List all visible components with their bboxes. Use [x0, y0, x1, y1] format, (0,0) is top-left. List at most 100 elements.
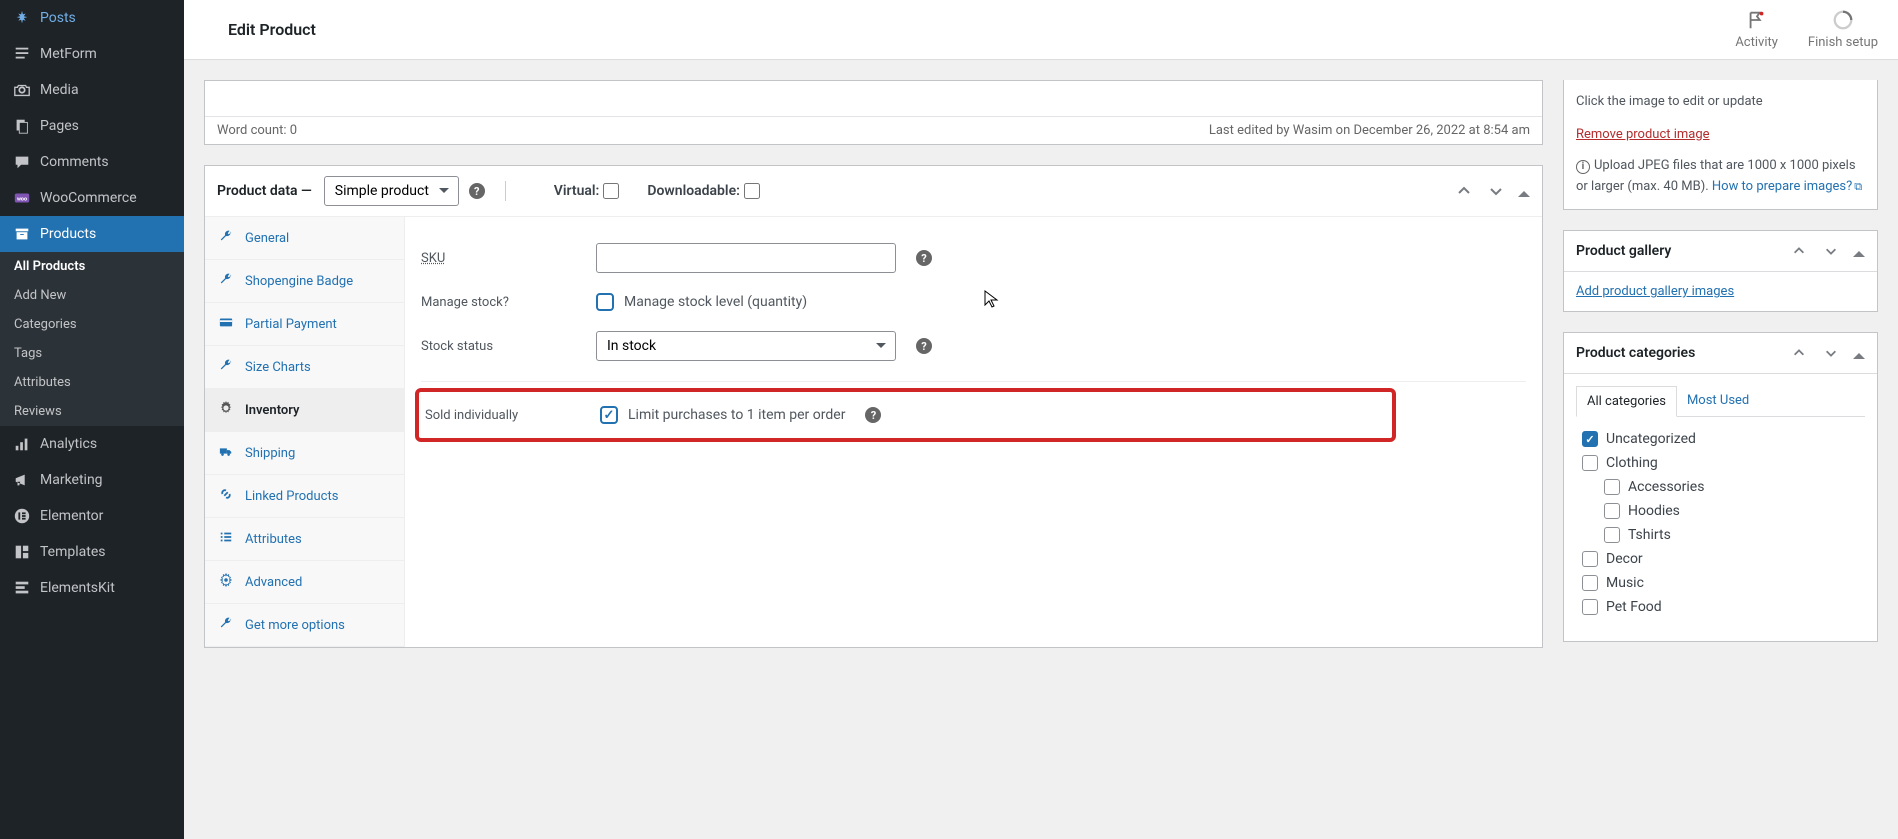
sidebar-item-elementor[interactable]: Elementor [0, 498, 184, 534]
tab-label: Inventory [245, 403, 300, 418]
category-checkbox[interactable] [1582, 599, 1598, 615]
sidebar-item-woocommerce[interactable]: woo WooCommerce [0, 180, 184, 216]
tab-size-charts[interactable]: Size Charts [205, 346, 404, 389]
category-item[interactable]: Decor [1576, 547, 1865, 571]
category-label: Tshirts [1628, 527, 1671, 543]
tab-get-more-options[interactable]: Get more options [205, 604, 404, 647]
help-icon[interactable]: ? [469, 183, 485, 199]
tab-label: Shopengine Badge [245, 274, 353, 289]
sidebar-sub-categories[interactable]: Categories [0, 310, 184, 339]
field-stock-status: Stock status In stock ? [421, 321, 1526, 382]
category-item[interactable]: Hoodies [1576, 499, 1865, 523]
category-checkbox[interactable] [1582, 551, 1598, 567]
category-item[interactable]: Music [1576, 571, 1865, 595]
tab-label: Linked Products [245, 489, 338, 504]
stock-status-select[interactable]: In stock [596, 331, 896, 361]
product-categories-box: Product categories All categories Most U… [1563, 332, 1878, 642]
category-item[interactable]: Accessories [1576, 475, 1865, 499]
sold-individually-checkbox[interactable] [600, 406, 618, 424]
sidebar-sub-attributes[interactable]: Attributes [0, 368, 184, 397]
tab-advanced[interactable]: Advanced [205, 561, 404, 604]
tab-shipping[interactable]: Shipping [205, 432, 404, 475]
category-item[interactable]: Clothing [1576, 451, 1865, 475]
templates-icon [12, 542, 32, 562]
collapse-icon[interactable] [1853, 245, 1865, 257]
field-sold-individually: Sold individually Limit purchases to 1 i… [425, 402, 1392, 428]
chevron-up-icon[interactable] [1789, 343, 1809, 363]
category-label: Accessories [1628, 479, 1704, 495]
category-tab-most-used[interactable]: Most Used [1677, 386, 1759, 416]
svg-text:woo: woo [17, 197, 27, 203]
chevron-down-icon[interactable] [1486, 181, 1506, 201]
sidebar-item-comments[interactable]: Comments [0, 144, 184, 180]
chevron-up-icon[interactable] [1789, 241, 1809, 261]
remove-image-link[interactable]: Remove product image [1576, 127, 1710, 142]
collapse-icon[interactable] [1518, 185, 1530, 197]
sidebar-item-media[interactable]: Media [0, 72, 184, 108]
sidebar-sub-add-new[interactable]: Add New [0, 281, 184, 310]
field-sku: SKU ? [421, 233, 1526, 283]
sidebar-item-marketing[interactable]: Marketing [0, 462, 184, 498]
sidebar-item-label: Templates [40, 544, 106, 560]
downloadable-label: Downloadable: [647, 183, 740, 199]
tab-shopengine-badge[interactable]: Shopengine Badge [205, 260, 404, 303]
sidebar-item-pages[interactable]: Pages [0, 108, 184, 144]
elementor-icon [12, 506, 32, 526]
last-edited: Last edited by Wasim on December 26, 202… [1209, 123, 1530, 138]
chevron-down-icon[interactable] [1821, 343, 1841, 363]
virtual-label: Virtual: [554, 183, 600, 199]
tab-attributes[interactable]: Attributes [205, 518, 404, 561]
category-checkbox[interactable] [1604, 479, 1620, 495]
sidebar-item-templates[interactable]: Templates [0, 534, 184, 570]
chevron-down-icon[interactable] [1821, 241, 1841, 261]
sidebar-sub-all-products[interactable]: All Products [0, 252, 184, 281]
sidebar-sub-tags[interactable]: Tags [0, 339, 184, 368]
product-data-header: Product data — Simple product ? Virtual:… [205, 166, 1542, 217]
category-checkbox[interactable] [1604, 527, 1620, 543]
category-label: Clothing [1606, 455, 1658, 471]
wrench-icon [219, 229, 237, 247]
category-item[interactable]: Tshirts [1576, 523, 1865, 547]
sidebar-item-label: Marketing [40, 472, 103, 488]
tab-general[interactable]: General [205, 217, 404, 260]
sidebar-item-posts[interactable]: Posts [0, 0, 184, 36]
help-icon[interactable]: ? [916, 250, 932, 266]
sku-input[interactable] [596, 243, 896, 273]
gear-icon [219, 573, 237, 591]
ek-icon [12, 578, 32, 598]
sidebar-item-label: Elementor [40, 508, 103, 524]
chevron-up-icon[interactable] [1454, 181, 1474, 201]
category-item[interactable]: Uncategorized [1576, 427, 1865, 451]
gallery-title: Product gallery [1576, 243, 1671, 259]
tab-label: Shipping [245, 446, 295, 461]
category-item[interactable]: Pet Food [1576, 595, 1865, 619]
manage-stock-checkbox[interactable] [596, 293, 614, 311]
product-type-select[interactable]: Simple product [324, 176, 459, 206]
category-tab-all[interactable]: All categories [1576, 386, 1677, 417]
tab-inventory[interactable]: Inventory [205, 389, 404, 432]
word-count: Word count: 0 [217, 123, 297, 138]
activity-button[interactable]: Activity [1735, 9, 1778, 50]
help-icon[interactable]: ? [916, 338, 932, 354]
tab-linked-products[interactable]: Linked Products [205, 475, 404, 518]
sidebar-item-metform[interactable]: MetForm [0, 36, 184, 72]
downloadable-checkbox[interactable] [744, 183, 760, 199]
help-icon[interactable]: ? [865, 407, 881, 423]
category-checkbox[interactable] [1582, 431, 1598, 447]
sidebar-item-elementskit[interactable]: ElementsKit [0, 570, 184, 606]
sidebar-item-analytics[interactable]: Analytics [0, 426, 184, 462]
add-gallery-images-link[interactable]: Add product gallery images [1576, 284, 1734, 299]
sidebar-item-products[interactable]: Products [0, 216, 184, 252]
category-list[interactable]: Uncategorized Clothing Accessories Hoodi… [1576, 417, 1865, 629]
category-checkbox[interactable] [1582, 455, 1598, 471]
finish-setup-button[interactable]: Finish setup [1808, 9, 1878, 50]
category-checkbox[interactable] [1582, 575, 1598, 591]
collapse-icon[interactable] [1853, 347, 1865, 359]
tab-partial-payment[interactable]: Partial Payment [205, 303, 404, 346]
prepare-images-link[interactable]: How to prepare images? [1712, 179, 1852, 194]
virtual-checkbox[interactable] [603, 183, 619, 199]
wrench-icon [219, 272, 237, 290]
tab-label: General [245, 231, 289, 246]
category-checkbox[interactable] [1604, 503, 1620, 519]
sidebar-sub-reviews[interactable]: Reviews [0, 397, 184, 426]
